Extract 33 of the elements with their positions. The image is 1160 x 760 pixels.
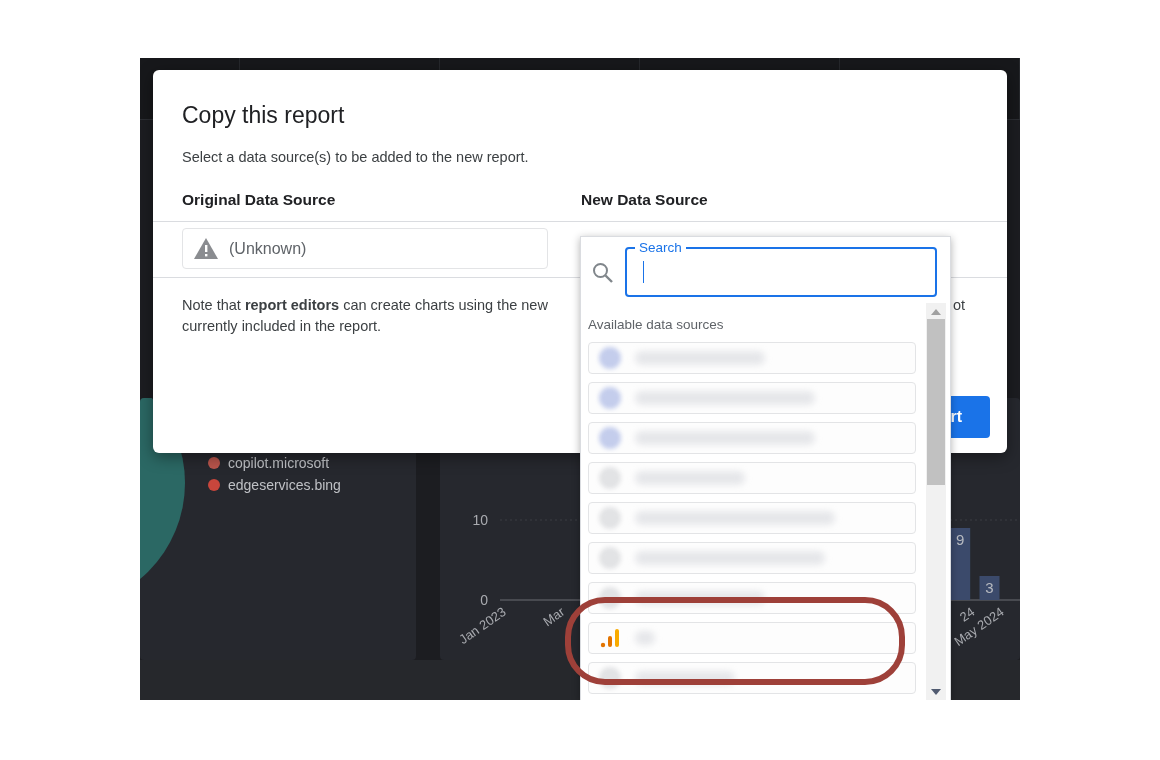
warning-icon <box>193 237 219 260</box>
source-name: (Unknown) <box>229 239 307 258</box>
y-tick-label: 0 <box>480 592 488 609</box>
blurred-icon <box>599 467 621 489</box>
column-header: New Data Source <box>581 191 709 209</box>
bar <box>979 576 1000 601</box>
scrollbar[interactable] <box>926 303 946 700</box>
search-field[interactable]: Search <box>625 241 937 297</box>
x-tick-label: 24 <box>956 604 978 625</box>
note-text: ot <box>952 297 965 313</box>
blurred-icon <box>599 387 621 409</box>
scrollbar-thumb[interactable] <box>927 319 945 485</box>
blurred-icon <box>599 427 621 449</box>
bar-chart-icon <box>599 627 621 649</box>
blurred-icon <box>599 347 621 369</box>
blurred-icon <box>599 547 621 569</box>
legend-label: edgeservices.bing <box>228 477 341 494</box>
scroll-down-icon[interactable] <box>931 689 941 695</box>
x-tick-label: Mar <box>540 604 568 630</box>
search-icon <box>591 261 615 285</box>
y-tick-label: 10 <box>472 512 488 529</box>
column-header: Original Data Source <box>182 191 337 209</box>
dialog-subtitle: Select a data source(s) to be added to the new report. <box>182 149 530 165</box>
section-label: Available data sources <box>588 317 725 332</box>
note-text: currently included in the report. <box>182 318 382 334</box>
note-text: Note that report editors can create charts using the new <box>182 297 548 313</box>
scroll-up-icon[interactable] <box>931 309 941 315</box>
legend-label: copilot.microsoft <box>228 455 330 472</box>
data-source-item[interactable] <box>588 622 916 654</box>
blurred-icon <box>599 507 621 529</box>
bar-value-label: 3 <box>985 579 994 597</box>
dialog-title: Copy this report <box>182 102 346 129</box>
bar-value-label: 9 <box>956 531 965 549</box>
